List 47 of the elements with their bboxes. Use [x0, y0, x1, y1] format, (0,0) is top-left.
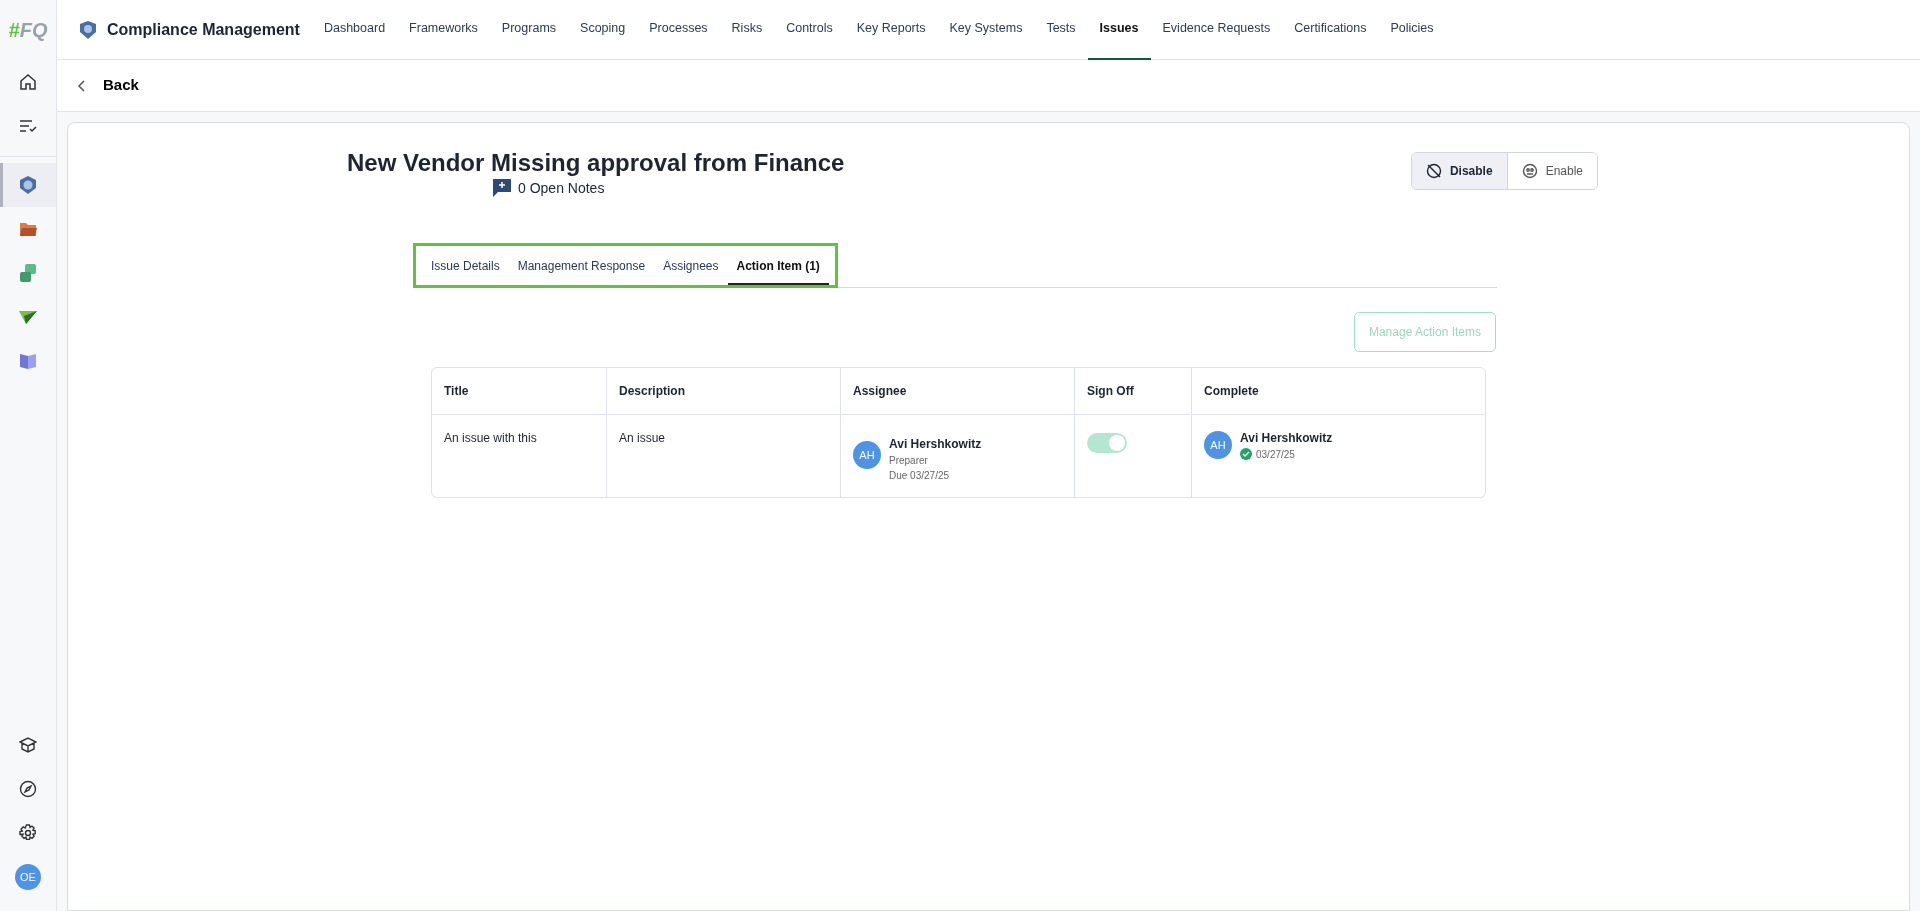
table-cell: An issue — [607, 414, 841, 497]
enable-button[interactable]: Enable — [1506, 153, 1597, 189]
column-header: Complete — [1192, 367, 1485, 415]
nav-link[interactable]: Processes — [637, 0, 720, 60]
user-avatar: AH — [1204, 431, 1232, 460]
nav-link[interactable]: Key Reports — [844, 0, 938, 60]
sign-off-toggle[interactable] — [1087, 432, 1127, 453]
shield-icon — [79, 19, 97, 40]
nav-link[interactable]: Key Systems — [937, 0, 1035, 60]
nav-link[interactable]: Evidence Requests — [1150, 0, 1283, 60]
face-circle-icon — [1521, 163, 1538, 179]
user-avatar: AH — [853, 440, 881, 469]
nav-link[interactable]: Certifications — [1282, 0, 1379, 60]
nav-link[interactable]: Policies — [1378, 0, 1446, 60]
nav-link[interactable]: Dashboard — [311, 0, 398, 60]
disabled-circle-icon — [1425, 163, 1442, 179]
book-icon — [18, 351, 38, 371]
nav-link[interactable]: Controls — [774, 0, 845, 60]
app-logo: #FQ — [8, 18, 48, 43]
column-header: Assignee — [841, 367, 1075, 415]
column-header: Title — [432, 367, 607, 415]
back-chevron-icon[interactable] — [77, 79, 85, 92]
table-cell: An issue with this — [432, 414, 607, 497]
disable-button[interactable]: Disable — [1411, 153, 1507, 189]
nav-link[interactable]: Programs — [489, 0, 569, 60]
tab[interactable]: Action Item (1) — [727, 245, 829, 285]
app-switcher-item[interactable] — [0, 163, 56, 207]
nav-link[interactable]: Scoping — [568, 0, 638, 60]
nav-link[interactable]: Frameworks — [397, 0, 490, 60]
back-button[interactable]: Back — [103, 74, 139, 97]
assignee-name: Avi Hershkowitz — [889, 435, 982, 453]
assignee-role: Preparer — [889, 453, 929, 468]
nav-link[interactable]: Tests — [1034, 0, 1088, 60]
tab[interactable]: Issue Details — [422, 245, 509, 285]
open-notes-count: 0 Open Notes — [518, 178, 605, 198]
column-header: Description — [607, 367, 841, 415]
shield-icon — [18, 175, 38, 195]
column-header: Sign Off — [1075, 367, 1192, 415]
add-note-icon[interactable] — [492, 178, 512, 199]
due-date: Due 03/27/25 — [889, 468, 951, 483]
tab[interactable]: Management Response — [508, 245, 655, 285]
tab[interactable]: Assignees — [654, 245, 728, 285]
nav-link[interactable]: Risks — [719, 0, 775, 60]
app-title: Compliance Management — [107, 19, 300, 40]
completer-name: Avi Hershkowitz — [1240, 429, 1333, 447]
issue-title: New Vendor Missing approval from Finance — [347, 149, 845, 178]
completion-date: 03/27/25 — [1256, 447, 1295, 462]
